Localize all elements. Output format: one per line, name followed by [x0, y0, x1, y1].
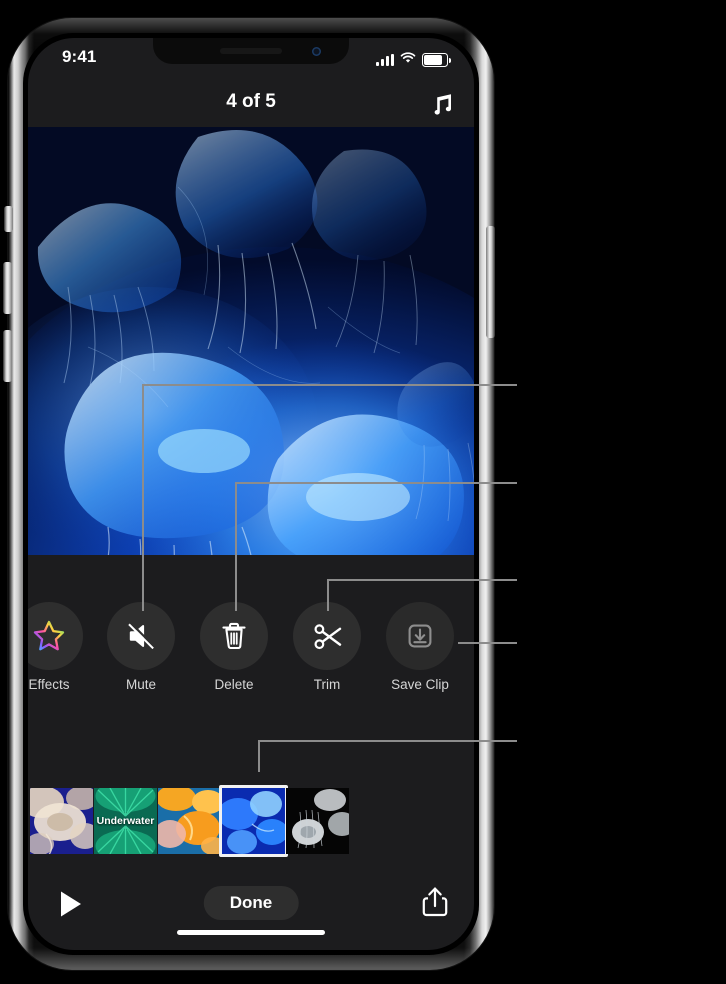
volume-up-button[interactable] [3, 262, 12, 314]
delete-button-circle [200, 602, 268, 670]
play-triangle-icon [61, 891, 81, 917]
play-button[interactable] [54, 887, 88, 921]
filmstrip-clip-1[interactable] [30, 788, 93, 854]
music-note-icon[interactable] [426, 89, 456, 119]
filmstrip-clip-2-caption: Underwater [96, 815, 155, 827]
clip-actions-toolbar: Effects Mute Delete Trim Save Clip [28, 602, 474, 712]
filmstrip-clip-4[interactable] [219, 785, 288, 857]
wifi-icon [400, 51, 416, 69]
effects-button-label: Effects [28, 677, 70, 692]
filmstrip-clip-3[interactable] [158, 788, 221, 854]
trim-button[interactable]: Trim [293, 602, 361, 692]
notch [153, 38, 349, 64]
scissors-icon [313, 623, 341, 649]
filmstrip-clip-5[interactable] [286, 788, 349, 854]
filmstrip-clip-2[interactable]: Underwater [94, 788, 157, 854]
mute-button-circle [107, 602, 175, 670]
nav-bar: 4 of 5 [28, 80, 474, 127]
save-clip-button-circle [386, 602, 454, 670]
mute-button-label: Mute [125, 677, 156, 692]
effects-button-circle [28, 602, 83, 670]
volume-down-button[interactable] [3, 330, 12, 382]
home-indicator[interactable] [177, 930, 325, 935]
mute-button[interactable]: Mute [107, 602, 175, 692]
done-button[interactable]: Done [203, 886, 299, 920]
trash-icon [222, 622, 246, 650]
save-clip-button-label: Save Clip [391, 677, 449, 692]
editor-toolbar-area: Effects Mute Delete Trim Save Clip Under… [28, 555, 474, 950]
speaker-mute-icon [128, 622, 156, 650]
signal-bars-icon [376, 54, 394, 66]
delete-button-label: Delete [214, 677, 254, 692]
battery-icon [422, 53, 451, 67]
playback-bar: Done [28, 875, 474, 933]
save-clip-button[interactable]: Save Clip [386, 602, 454, 692]
video-preview[interactable] [28, 127, 474, 555]
share-up-arrow-icon [422, 887, 448, 917]
earpiece-speaker [220, 48, 282, 54]
share-button[interactable] [420, 886, 452, 920]
status-bar-indicators [376, 51, 451, 69]
side-power-button[interactable] [486, 226, 495, 338]
delete-button[interactable]: Delete [200, 602, 268, 692]
effects-button[interactable]: Effects [28, 602, 83, 692]
front-camera-icon [312, 47, 321, 56]
clip-filmstrip[interactable]: Underwater [28, 785, 474, 857]
page-title: 4 of 5 [226, 91, 276, 112]
screenshot-root: 9:41 4 of 5 Effects Mute Delete Trim Sav… [0, 0, 726, 984]
star-outline-rainbow-icon [33, 620, 65, 651]
trim-button-label: Trim [313, 677, 341, 692]
download-to-tray-icon [408, 624, 432, 648]
trim-button-circle [293, 602, 361, 670]
phone-screen: 9:41 4 of 5 Effects Mute Delete Trim Sav… [28, 38, 474, 950]
ring-silent-switch[interactable] [4, 206, 13, 232]
status-bar-time: 9:41 [62, 47, 97, 66]
